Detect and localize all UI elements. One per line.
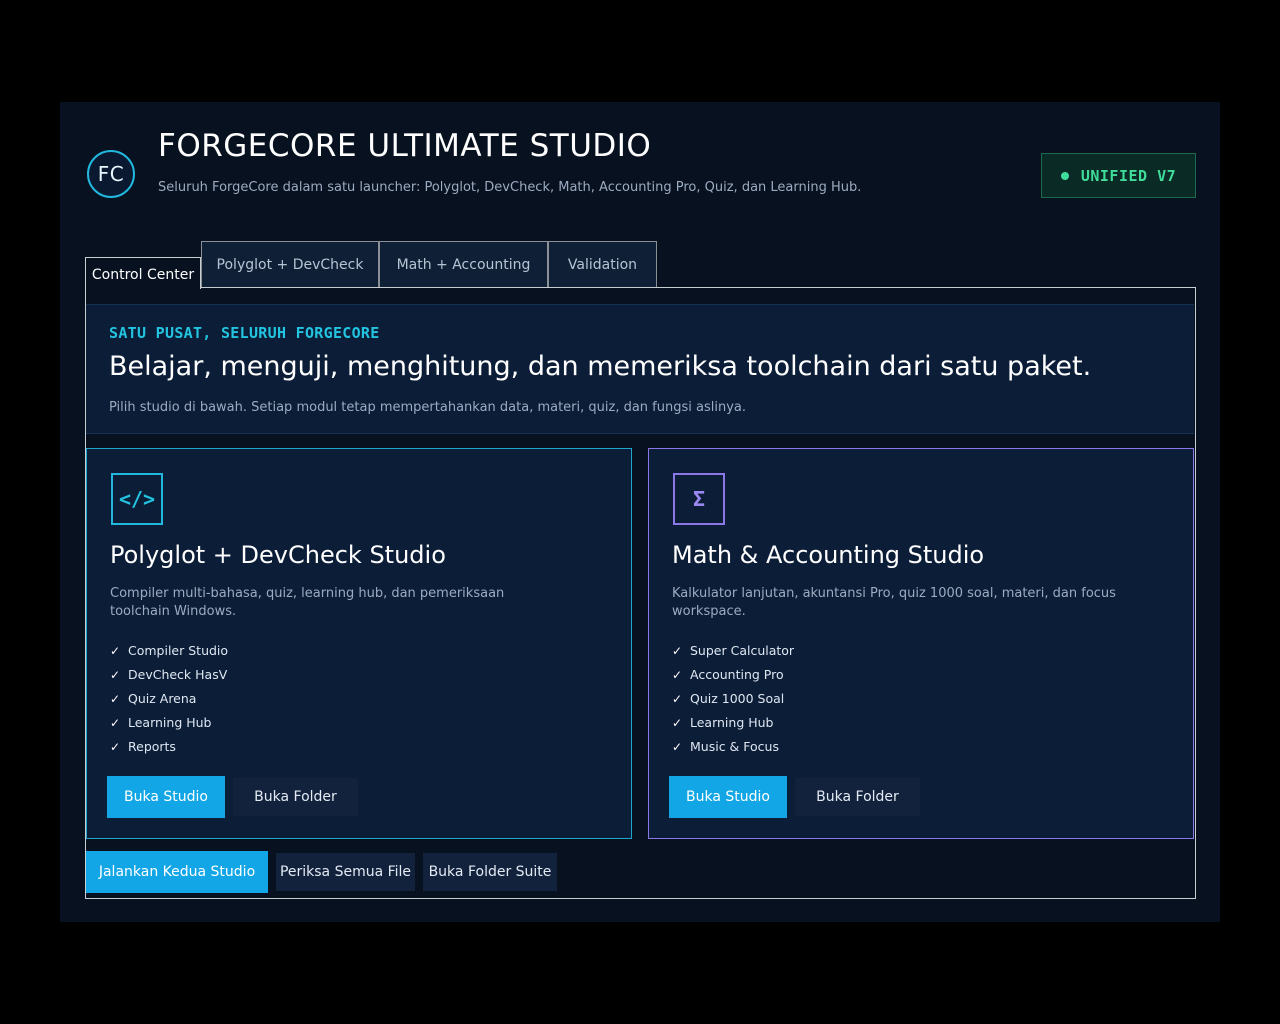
version-badge-label: UNIFIED V7 <box>1080 166 1177 185</box>
app-title: FORGECORE ULTIMATE STUDIO <box>158 128 652 164</box>
sigma-icon: Σ <box>673 473 725 525</box>
check-icon: ✓ <box>110 692 121 706</box>
open-studio-button[interactable]: Buka Studio <box>107 776 225 818</box>
card-title: Polyglot + DevCheck Studio <box>110 541 446 569</box>
app-subtitle: Seluruh ForgeCore dalam satu launcher: P… <box>158 180 862 195</box>
check-icon: ✓ <box>110 740 121 754</box>
card-description: Kalkulator lanjutan, akuntansi Pro, quiz… <box>672 586 1116 619</box>
hero-banner: SATU PUSAT, SELURUH FORGECORE Belajar, m… <box>86 304 1194 434</box>
feature-list: ✓ Compiler Studio ✓ DevCheck HasV ✓ Quiz Ar… <box>110 639 228 759</box>
studio-card-math: Σ Math & Accounting Studio Kalkulator la… <box>648 448 1194 839</box>
feature-label: Super Calculator <box>690 643 795 658</box>
run-both-studios-button[interactable]: Jalankan Kedua Studio <box>86 851 268 893</box>
tab-label: Validation <box>567 256 638 273</box>
feature-label: Accounting Pro <box>690 667 784 682</box>
tab-control-center[interactable]: Control Center <box>85 257 201 289</box>
feature-label: Reports <box>128 739 176 754</box>
tab-math-accounting[interactable]: Math + Accounting <box>379 241 548 287</box>
list-item: ✓ Learning Hub <box>672 711 794 735</box>
feature-label: Learning Hub <box>690 715 774 730</box>
forgecore-logo: FC <box>87 150 135 198</box>
list-item: ✓ Quiz 1000 Soal <box>672 687 794 711</box>
tab-validation[interactable]: Validation <box>548 241 657 287</box>
list-item: ✓ Reports <box>110 735 228 759</box>
list-item: ✓ Super Calculator <box>672 639 794 663</box>
check-icon: ✓ <box>672 644 683 658</box>
list-item: ✓ DevCheck HasV <box>110 663 228 687</box>
check-icon: ✓ <box>672 716 683 730</box>
open-suite-folder-button[interactable]: Buka Folder Suite <box>423 853 557 891</box>
hero-title: Belajar, menguji, menghitung, dan memeri… <box>109 351 1092 382</box>
open-folder-button[interactable]: Buka Folder <box>795 778 920 816</box>
studio-card-polyglot: </> Polyglot + DevCheck Studio Compiler … <box>86 448 632 839</box>
card-description: Compiler multi-bahasa, quiz, learning hu… <box>110 586 505 619</box>
tab-label: Control Center <box>91 267 195 283</box>
list-item: ✓ Music & Focus <box>672 735 794 759</box>
check-icon: ✓ <box>672 740 683 754</box>
feature-label: Music & Focus <box>690 739 779 754</box>
open-studio-button[interactable]: Buka Studio <box>669 776 787 818</box>
version-badge: UNIFIED V7 <box>1041 153 1196 198</box>
feature-label: Learning Hub <box>128 715 212 730</box>
check-icon: ✓ <box>110 668 121 682</box>
check-icon: ✓ <box>110 716 121 730</box>
check-icon: ✓ <box>672 668 683 682</box>
feature-label: Compiler Studio <box>128 643 229 658</box>
list-item: ✓ Compiler Studio <box>110 639 228 663</box>
check-icon: ✓ <box>672 692 683 706</box>
code-icon: </> <box>111 473 163 525</box>
tab-label: Polyglot + DevCheck <box>216 256 364 273</box>
hero-kicker: SATU PUSAT, SELURUH FORGECORE <box>109 324 380 342</box>
card-title: Math & Accounting Studio <box>672 541 985 569</box>
check-all-files-button[interactable]: Periksa Semua File <box>276 853 415 891</box>
list-item: ✓ Accounting Pro <box>672 663 794 687</box>
tab-label: Math + Accounting <box>396 256 531 273</box>
feature-label: DevCheck HasV <box>128 667 228 682</box>
hero-description: Pilih studio di bawah. Setiap modul teta… <box>109 400 746 415</box>
feature-label: Quiz Arena <box>128 691 197 706</box>
feature-label: Quiz 1000 Soal <box>690 691 785 706</box>
open-folder-button[interactable]: Buka Folder <box>233 778 358 816</box>
logo-text: FC <box>97 162 125 186</box>
status-dot-icon <box>1060 171 1069 180</box>
feature-list: ✓ Super Calculator ✓ Accounting Pro ✓ Quiz … <box>672 639 794 759</box>
list-item: ✓ Quiz Arena <box>110 687 228 711</box>
list-item: ✓ Learning Hub <box>110 711 228 735</box>
tab-polyglot-devcheck[interactable]: Polyglot + DevCheck <box>201 241 379 287</box>
check-icon: ✓ <box>110 644 121 658</box>
